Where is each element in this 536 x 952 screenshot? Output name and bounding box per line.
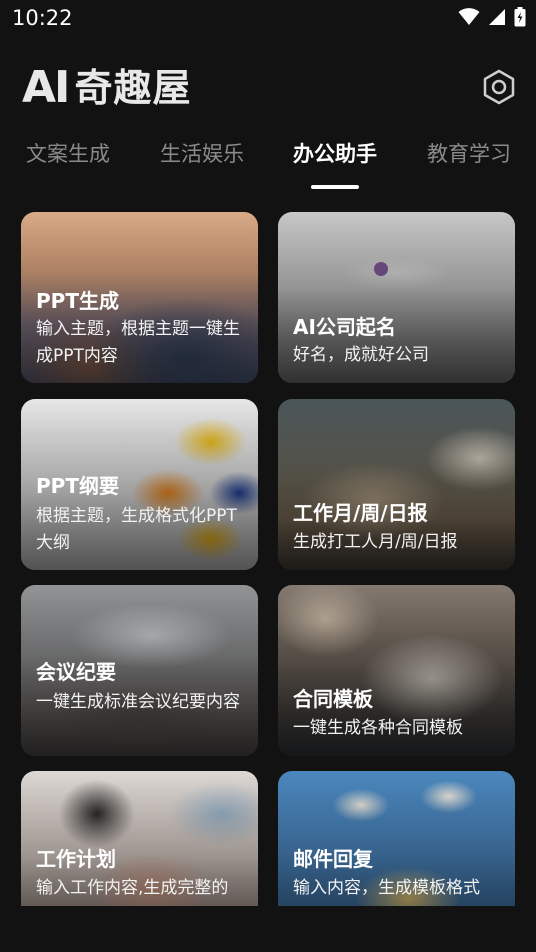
card-title: 会议纪要 (36, 660, 116, 684)
status-time: 10:22 (12, 6, 73, 30)
status-bar: 10:22 (0, 0, 536, 36)
card-ppt-generate[interactable]: PPT生成 输入主题，根据主题一键生成PPT内容 (21, 212, 258, 383)
card-desc: 输入内容，生成模板格式 (293, 878, 480, 898)
app-logo: AI 奇趣屋 (22, 64, 191, 112)
card-ai-company-naming[interactable]: AI公司起名 好名，成就好公司 (278, 212, 515, 383)
card-desc: 一键生成各种合同模板 (293, 718, 463, 738)
settings-button[interactable] (478, 66, 520, 108)
tab-copywriting[interactable]: 文案生成 (26, 138, 110, 168)
card-title: 合同模板 (293, 687, 373, 711)
card-title: AI公司起名 (293, 315, 396, 339)
signal-icon (489, 9, 505, 25)
status-icons (458, 7, 526, 27)
app-header: AI 奇趣屋 (0, 60, 536, 116)
tab-education[interactable]: 教育学习 (427, 138, 511, 168)
card-contract-template[interactable]: 合同模板 一键生成各种合同模板 (278, 585, 515, 756)
logo-cn-text: 奇趣屋 (74, 66, 192, 110)
card-meeting-minutes[interactable]: 会议纪要 一键生成标准会议纪要内容 (21, 585, 258, 756)
card-work-report[interactable]: 工作月/周/日报 生成打工人月/周/日报 (278, 399, 515, 570)
card-title: 工作计划 (36, 847, 116, 871)
tab-life-entertainment[interactable]: 生活娱乐 (160, 138, 244, 168)
card-desc: 输入工作内容,生成完整的 (36, 878, 229, 898)
logo-ai-text: AI (22, 62, 70, 113)
battery-icon (514, 7, 526, 27)
card-ppt-outline[interactable]: PPT纲要 根据主题，生成格式化PPT大纲 (21, 399, 258, 570)
card-title: 邮件回复 (293, 847, 373, 871)
settings-icon (483, 69, 515, 105)
card-desc: 输入主题，根据主题一键生成PPT内容 (36, 319, 240, 366)
bottom-clip (0, 906, 536, 952)
card-desc: 生成打工人月/周/日报 (293, 532, 458, 552)
active-tab-indicator (311, 185, 359, 189)
card-desc: 一键生成标准会议纪要内容 (36, 692, 240, 712)
category-tabs: 文案生成 生活娱乐 办公助手 教育学习 (0, 138, 536, 192)
card-title: PPT纲要 (36, 474, 119, 498)
tab-office-assistant[interactable]: 办公助手 (293, 138, 377, 168)
card-title: PPT生成 (36, 289, 119, 313)
card-desc: 根据主题，生成格式化PPT大纲 (36, 506, 237, 553)
card-title: 工作月/周/日报 (293, 501, 428, 525)
card-desc: 好名，成就好公司 (293, 345, 429, 365)
wifi-icon (458, 8, 480, 25)
